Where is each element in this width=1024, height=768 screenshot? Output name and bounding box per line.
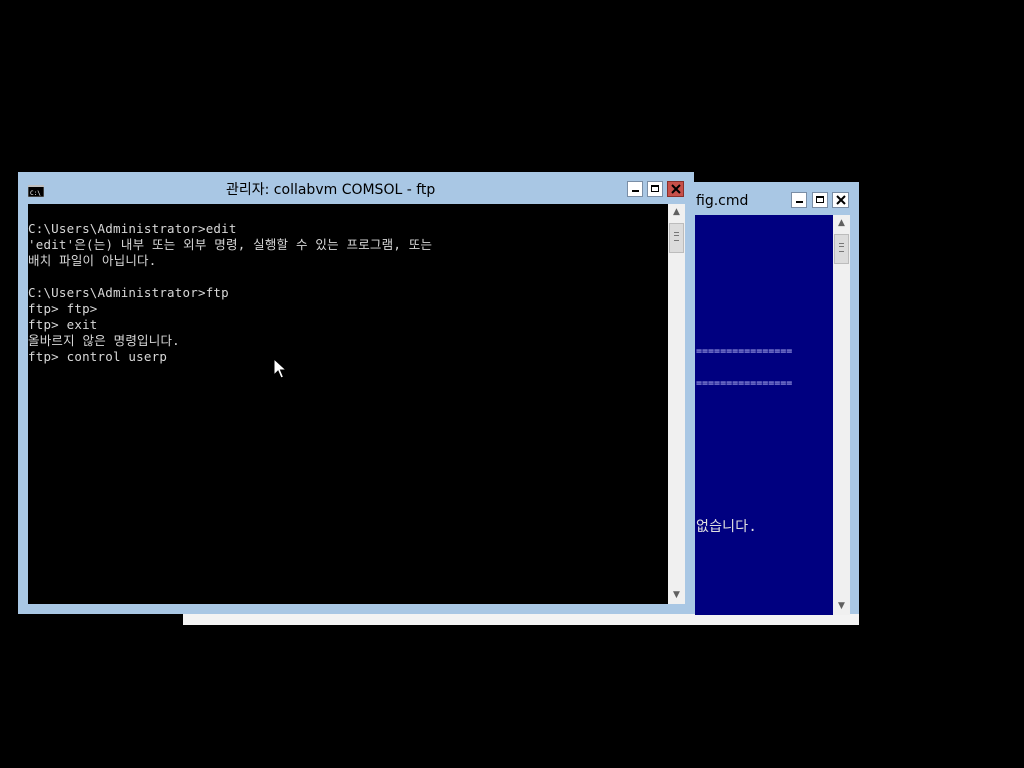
close-button[interactable]: [667, 181, 684, 197]
front-window-titlebar[interactable]: C:\ 관리자: collabvm COMSOL - ftp: [18, 172, 694, 203]
ftp-cmd-window[interactable]: C:\ 관리자: collabvm COMSOL - ftp C:\Users\…: [18, 172, 694, 614]
back-console-area: ================ ================ 없습니다.: [695, 215, 833, 615]
back-console-separator: ================: [696, 378, 793, 389]
minimize-button[interactable]: [627, 181, 643, 197]
mouse-pointer-icon: [273, 358, 287, 379]
svg-text:C:\: C:\: [30, 190, 41, 197]
front-vertical-scrollbar[interactable]: ▲ ▼: [668, 204, 685, 604]
console-line: 올바르지 않은 명령입니다.: [28, 333, 180, 348]
scroll-down-arrow-icon[interactable]: ▼: [833, 598, 850, 615]
console-line: ftp> exit: [28, 317, 98, 332]
console-icon: C:\: [28, 185, 44, 197]
back-console-separator: ================: [696, 346, 793, 357]
console-line: ftp> ftp>: [28, 301, 98, 316]
back-vertical-scrollbar[interactable]: ▲ ▼: [833, 215, 850, 615]
console-line: 'edit'은(는) 내부 또는 외부 명령, 실행할 수 있는 프로그램, 또…: [28, 237, 433, 252]
scroll-up-arrow-icon[interactable]: ▲: [668, 204, 685, 221]
front-window-title: 관리자: collabvm COMSOL - ftp: [226, 182, 436, 198]
back-window-bottom-strip: [183, 614, 859, 625]
back-console-text: 없습니다.: [696, 519, 757, 535]
maximize-button[interactable]: [647, 181, 663, 197]
back-minimize-button[interactable]: [791, 192, 807, 208]
scroll-thumb[interactable]: [669, 223, 684, 253]
close-icon: [836, 195, 846, 205]
scroll-down-arrow-icon[interactable]: ▼: [668, 587, 685, 604]
back-close-button[interactable]: [832, 192, 849, 208]
back-maximize-button[interactable]: [812, 192, 828, 208]
ftp-console-area[interactable]: C:\Users\Administrator>edit'edit'은(는) 내부…: [28, 204, 669, 604]
scroll-thumb[interactable]: [834, 234, 849, 264]
scroll-up-arrow-icon[interactable]: ▲: [833, 215, 850, 232]
back-window-title: fig.cmd: [696, 193, 749, 209]
console-line: ftp> control userp: [28, 349, 168, 364]
close-icon: [671, 184, 681, 194]
console-line: C:\Users\Administrator>edit: [28, 221, 237, 236]
console-line: C:\Users\Administrator>ftp: [28, 285, 229, 300]
console-line: 배치 파일이 아닙니다.: [28, 253, 157, 268]
